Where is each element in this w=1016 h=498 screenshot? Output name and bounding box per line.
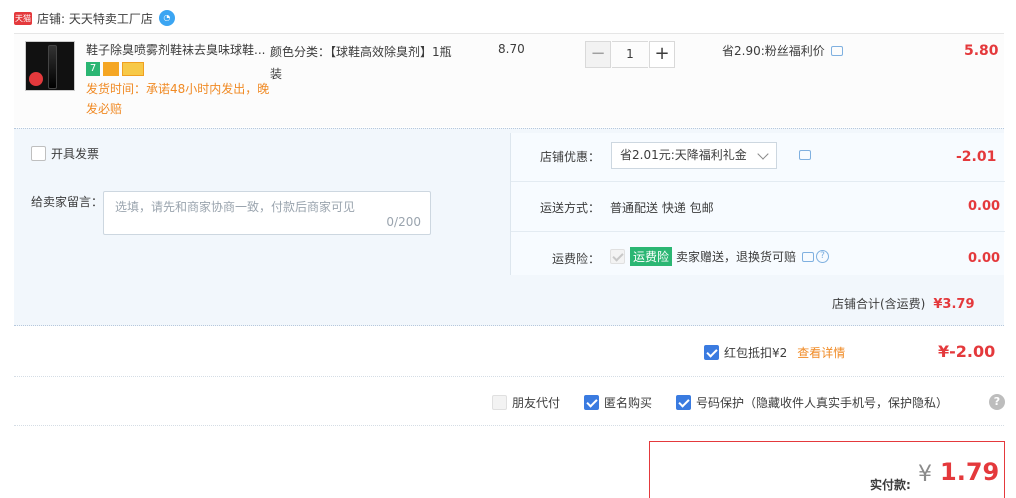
credit-card-icon[interactable] [122,62,144,76]
number-protect-option[interactable]: 号码保护（隐藏收件人真实手机号，保护隐私） [676,394,948,411]
guarantee-icon[interactable] [103,62,119,76]
anonymous-option[interactable]: 匿名购买 [584,394,652,411]
product-title[interactable]: 鞋子除臭喷雾剂鞋袜去臭味球鞋... [86,41,266,58]
red-packet-label: 红包抵扣¥2 [724,346,788,360]
quantity-input[interactable]: 1 [612,41,648,68]
insurance-label: 运费险： [551,252,600,266]
help-icon[interactable]: ? [816,250,830,263]
quantity-stepper: − 1 + [585,41,675,68]
anonymous-checkbox[interactable] [584,395,600,410]
shop-header: 天猫 店铺: 天天特卖工厂店 ◔ [14,8,175,28]
pay-label: 实付款: [870,478,911,492]
friend-pay-option[interactable]: 朋友代付 [492,394,560,411]
number-protect-label: 号码保护（隐藏收件人真实手机号，保护隐私） [696,396,949,410]
shipping-label: 运送方式： [539,201,600,215]
shop-total-amount: ¥3.79 [933,297,975,312]
divider [511,181,1005,182]
invoice-checkbox[interactable] [31,146,46,161]
order-extras: 开具发票 给卖家留言： 选填，请先和商家协商一致，付款后商家可见 0/200 店… [14,128,1005,326]
shipping-promise: 发货时间：承诺48小时内发出，晚发必赔 [86,82,270,116]
seven-day-return-icon[interactable]: 7 [86,62,100,76]
red-packet-amount: ¥-2.00 [938,342,996,361]
service-icons: 7 [86,62,144,76]
help-icon[interactable]: ? [989,394,1005,410]
anonymous-label: 匿名购买 [604,396,653,410]
product-sku: 颜色分类：【球鞋高效除臭剂】1瓶装 [270,45,452,81]
discount-text: 省2.90:粉丝福利价 [722,44,825,58]
invoice-label: 开具发票 [51,147,100,161]
product-badge-icon [29,72,43,86]
chevron-down-icon [757,148,769,160]
friend-pay-label: 朋友代付 [512,396,561,410]
shop-promo-select[interactable]: 省2.01元:天降福利礼金 [611,142,777,169]
shop-promo-amount: -2.01 [956,149,997,165]
shipping-amount: 0.00 [968,199,1001,214]
item-total: 5.80 [964,43,999,59]
quantity-decrease-button[interactable]: − [585,41,611,68]
insurance-amount: 0.00 [968,251,1001,266]
shop-total: 店铺合计(含运费) ¥3.79 [832,295,975,312]
payment-summary: 实付款: ¥ 1.79 [649,441,1005,498]
pay-amount: 1.79 [940,458,1000,486]
chat-bubble-icon[interactable]: ◔ [158,10,175,26]
product-thumbnail[interactable] [25,41,75,91]
number-protect-checkbox[interactable] [676,395,692,410]
insurance-badge: 运费险 [630,247,673,266]
divider [14,425,1004,426]
chat-icon[interactable] [802,251,815,262]
red-packet-details-link[interactable]: 查看详情 [797,344,845,361]
invoice-option[interactable]: 开具发票 [31,145,99,162]
insurance-text: 卖家赠送，退换货可赔 [676,250,797,264]
insurance-checkbox [610,249,625,264]
message-placeholder: 选填，请先和商家协商一致，付款后商家可见 [115,200,356,214]
friend-pay-checkbox[interactable] [492,395,507,410]
tmall-icon: 天猫 [14,11,32,25]
red-packet-row: 红包抵扣¥2 查看详情 [704,344,845,361]
quantity-increase-button[interactable]: + [649,41,675,68]
insurance-option: 运费险 卖家赠送，退换货可赔 ? [610,247,830,266]
shop-total-label: 店铺合计(含运费) [832,297,926,311]
shop-promo-value: 省2.01元:天降福利礼金 [620,148,747,162]
message-input[interactable]: 选填，请先和商家协商一致，付款后商家可见 0/200 [103,191,431,235]
red-packet-checkbox[interactable] [704,345,719,360]
discount-note: 省2.90:粉丝福利价 [722,42,843,59]
message-label: 给卖家留言： [31,195,104,209]
bottle-image [48,45,57,89]
shop-promo-label: 店铺优惠： [539,150,600,164]
shipping-method: 普通配送 快递 包邮 [610,201,714,215]
order-options: 朋友代付 匿名购买 号码保护（隐藏收件人真实手机号，保护隐私） [492,394,972,411]
message-char-count: 0/200 [386,215,421,229]
unit-price: 8.70 [498,42,525,56]
cart-item-row: 鞋子除臭喷雾剂鞋袜去臭味球鞋... 7 发货时间：承诺48小时内发出，晚发必赔 … [14,33,1004,127]
shop-name[interactable]: 店铺: 天天特卖工厂店 [37,10,153,27]
divider [511,231,1005,232]
pay-currency: ¥ [918,462,932,487]
divider [14,376,1004,377]
chat-icon[interactable] [830,45,843,56]
chat-icon[interactable] [799,150,811,160]
